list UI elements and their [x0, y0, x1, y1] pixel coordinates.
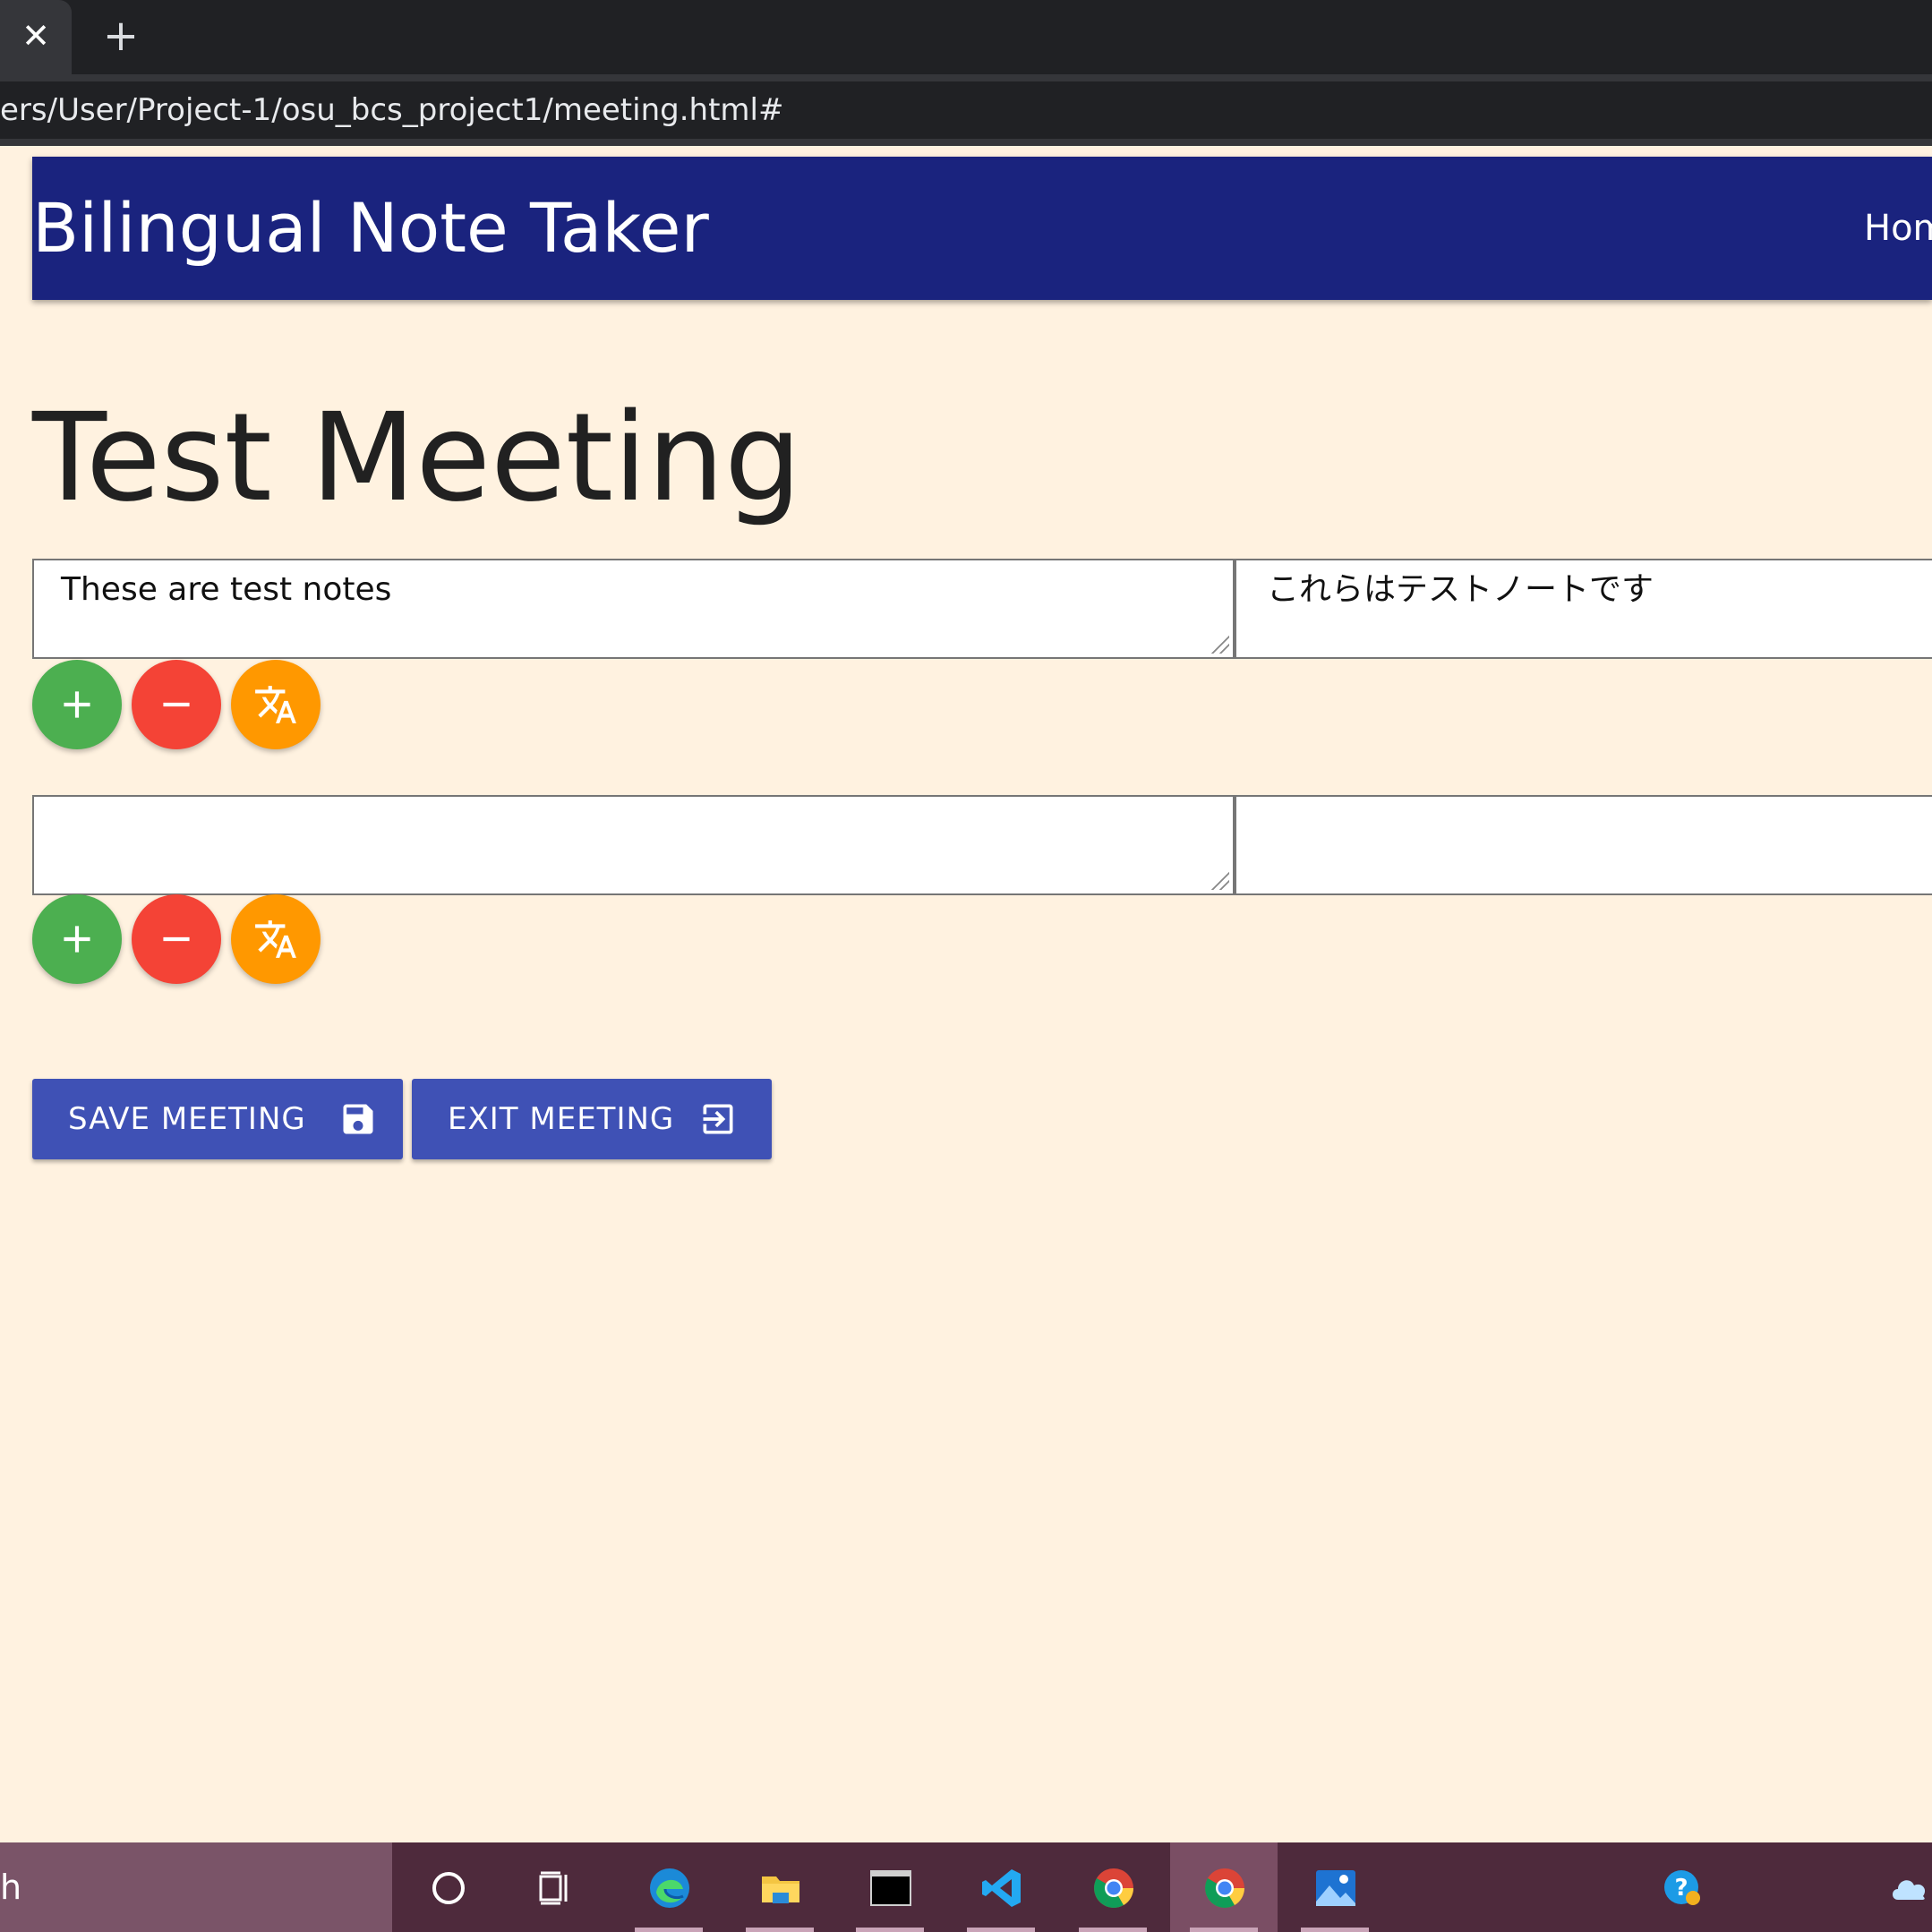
photos-taskbar-button[interactable] [1281, 1842, 1389, 1932]
floppy-disk-icon [343, 1104, 373, 1134]
running-indicator [746, 1928, 814, 1932]
running-indicator [1301, 1928, 1369, 1932]
plus-icon [64, 926, 90, 953]
onedrive-tray-button[interactable] [1871, 1842, 1932, 1932]
app-header: Bilingual Note Taker Hom [32, 157, 1932, 300]
plus-icon [64, 691, 90, 718]
note-actions [32, 894, 337, 984]
windows-taskbar: h ? [0, 1842, 1932, 1932]
meeting-title: Test Meeting [32, 388, 802, 529]
folder-icon [762, 1876, 799, 1903]
nav-home-link[interactable]: Hom [1864, 201, 1932, 255]
chrome-taskbar-button-active[interactable] [1170, 1842, 1278, 1932]
translate-icon [255, 920, 296, 958]
translation-output: これらはテストノートです [1235, 559, 1932, 659]
minus-icon [163, 936, 190, 942]
file-explorer-taskbar-button[interactable] [726, 1842, 833, 1932]
task-view-button[interactable] [501, 1842, 609, 1932]
chrome-taskbar-button[interactable] [1059, 1842, 1167, 1932]
note-row [32, 795, 1932, 895]
task-view-icon [539, 1871, 568, 1905]
cloud-icon [1893, 1880, 1926, 1900]
address-bar[interactable]: ers/User/Project-1/osu_bcs_project1/meet… [0, 81, 1932, 139]
running-indicator [967, 1928, 1035, 1932]
taskbar-search-box[interactable]: h [0, 1842, 392, 1932]
note-row: These are test notes これらはテストノートです [32, 559, 1932, 659]
edge-icon [650, 1868, 689, 1908]
remove-note-button[interactable] [132, 660, 221, 749]
translation-output [1235, 795, 1932, 895]
browser-tab-strip: ✕ + [0, 0, 1932, 74]
help-icon: ? [1664, 1870, 1700, 1905]
remove-note-button[interactable] [132, 894, 221, 984]
exit-meeting-label: EXIT MEETING [448, 1101, 675, 1137]
close-tab-icon[interactable]: ✕ [18, 18, 54, 54]
terminal-icon [870, 1870, 911, 1906]
running-indicator [1190, 1928, 1258, 1932]
vscode-icon [982, 1869, 1021, 1907]
browser-tab[interactable]: ✕ [0, 0, 72, 74]
running-indicator [856, 1928, 924, 1932]
edge-taskbar-button[interactable] [615, 1842, 722, 1932]
vscode-taskbar-button[interactable] [947, 1842, 1055, 1932]
note-input-text: These are test notes [61, 571, 392, 608]
terminal-taskbar-button[interactable] [836, 1842, 944, 1932]
add-note-button[interactable] [32, 660, 122, 749]
browser-toolbar: ers/User/Project-1/osu_bcs_project1/meet… [0, 74, 1932, 146]
translate-note-button[interactable] [231, 894, 321, 984]
note-input[interactable] [32, 795, 1235, 895]
chrome-icon [1205, 1868, 1244, 1908]
note-input[interactable]: These are test notes [32, 559, 1235, 659]
minus-icon [163, 702, 190, 707]
chrome-icon [1094, 1868, 1133, 1908]
running-indicator [635, 1928, 703, 1932]
save-meeting-label: SAVE MEETING [68, 1101, 306, 1137]
translate-note-button[interactable] [231, 660, 321, 749]
save-meeting-button[interactable]: SAVE MEETING [32, 1079, 403, 1159]
running-indicator [1079, 1928, 1147, 1932]
add-note-button[interactable] [32, 894, 122, 984]
cortana-icon [432, 1872, 465, 1904]
page-top-margin [0, 146, 1932, 157]
note-actions [32, 660, 337, 749]
new-tab-icon[interactable]: + [100, 14, 141, 57]
help-tray-button[interactable]: ? [1628, 1842, 1735, 1932]
exit-to-app-icon [703, 1104, 733, 1134]
taskbar-search-text: h [0, 1868, 22, 1907]
resize-grip-icon[interactable] [1211, 636, 1229, 654]
photos-icon [1316, 1870, 1355, 1906]
resize-grip-icon[interactable] [1211, 872, 1229, 890]
exit-meeting-button[interactable]: EXIT MEETING [412, 1079, 772, 1159]
translate-icon [255, 686, 296, 723]
brand-title[interactable]: Bilingual Note Taker [32, 184, 709, 273]
cortana-button[interactable] [394, 1842, 501, 1932]
